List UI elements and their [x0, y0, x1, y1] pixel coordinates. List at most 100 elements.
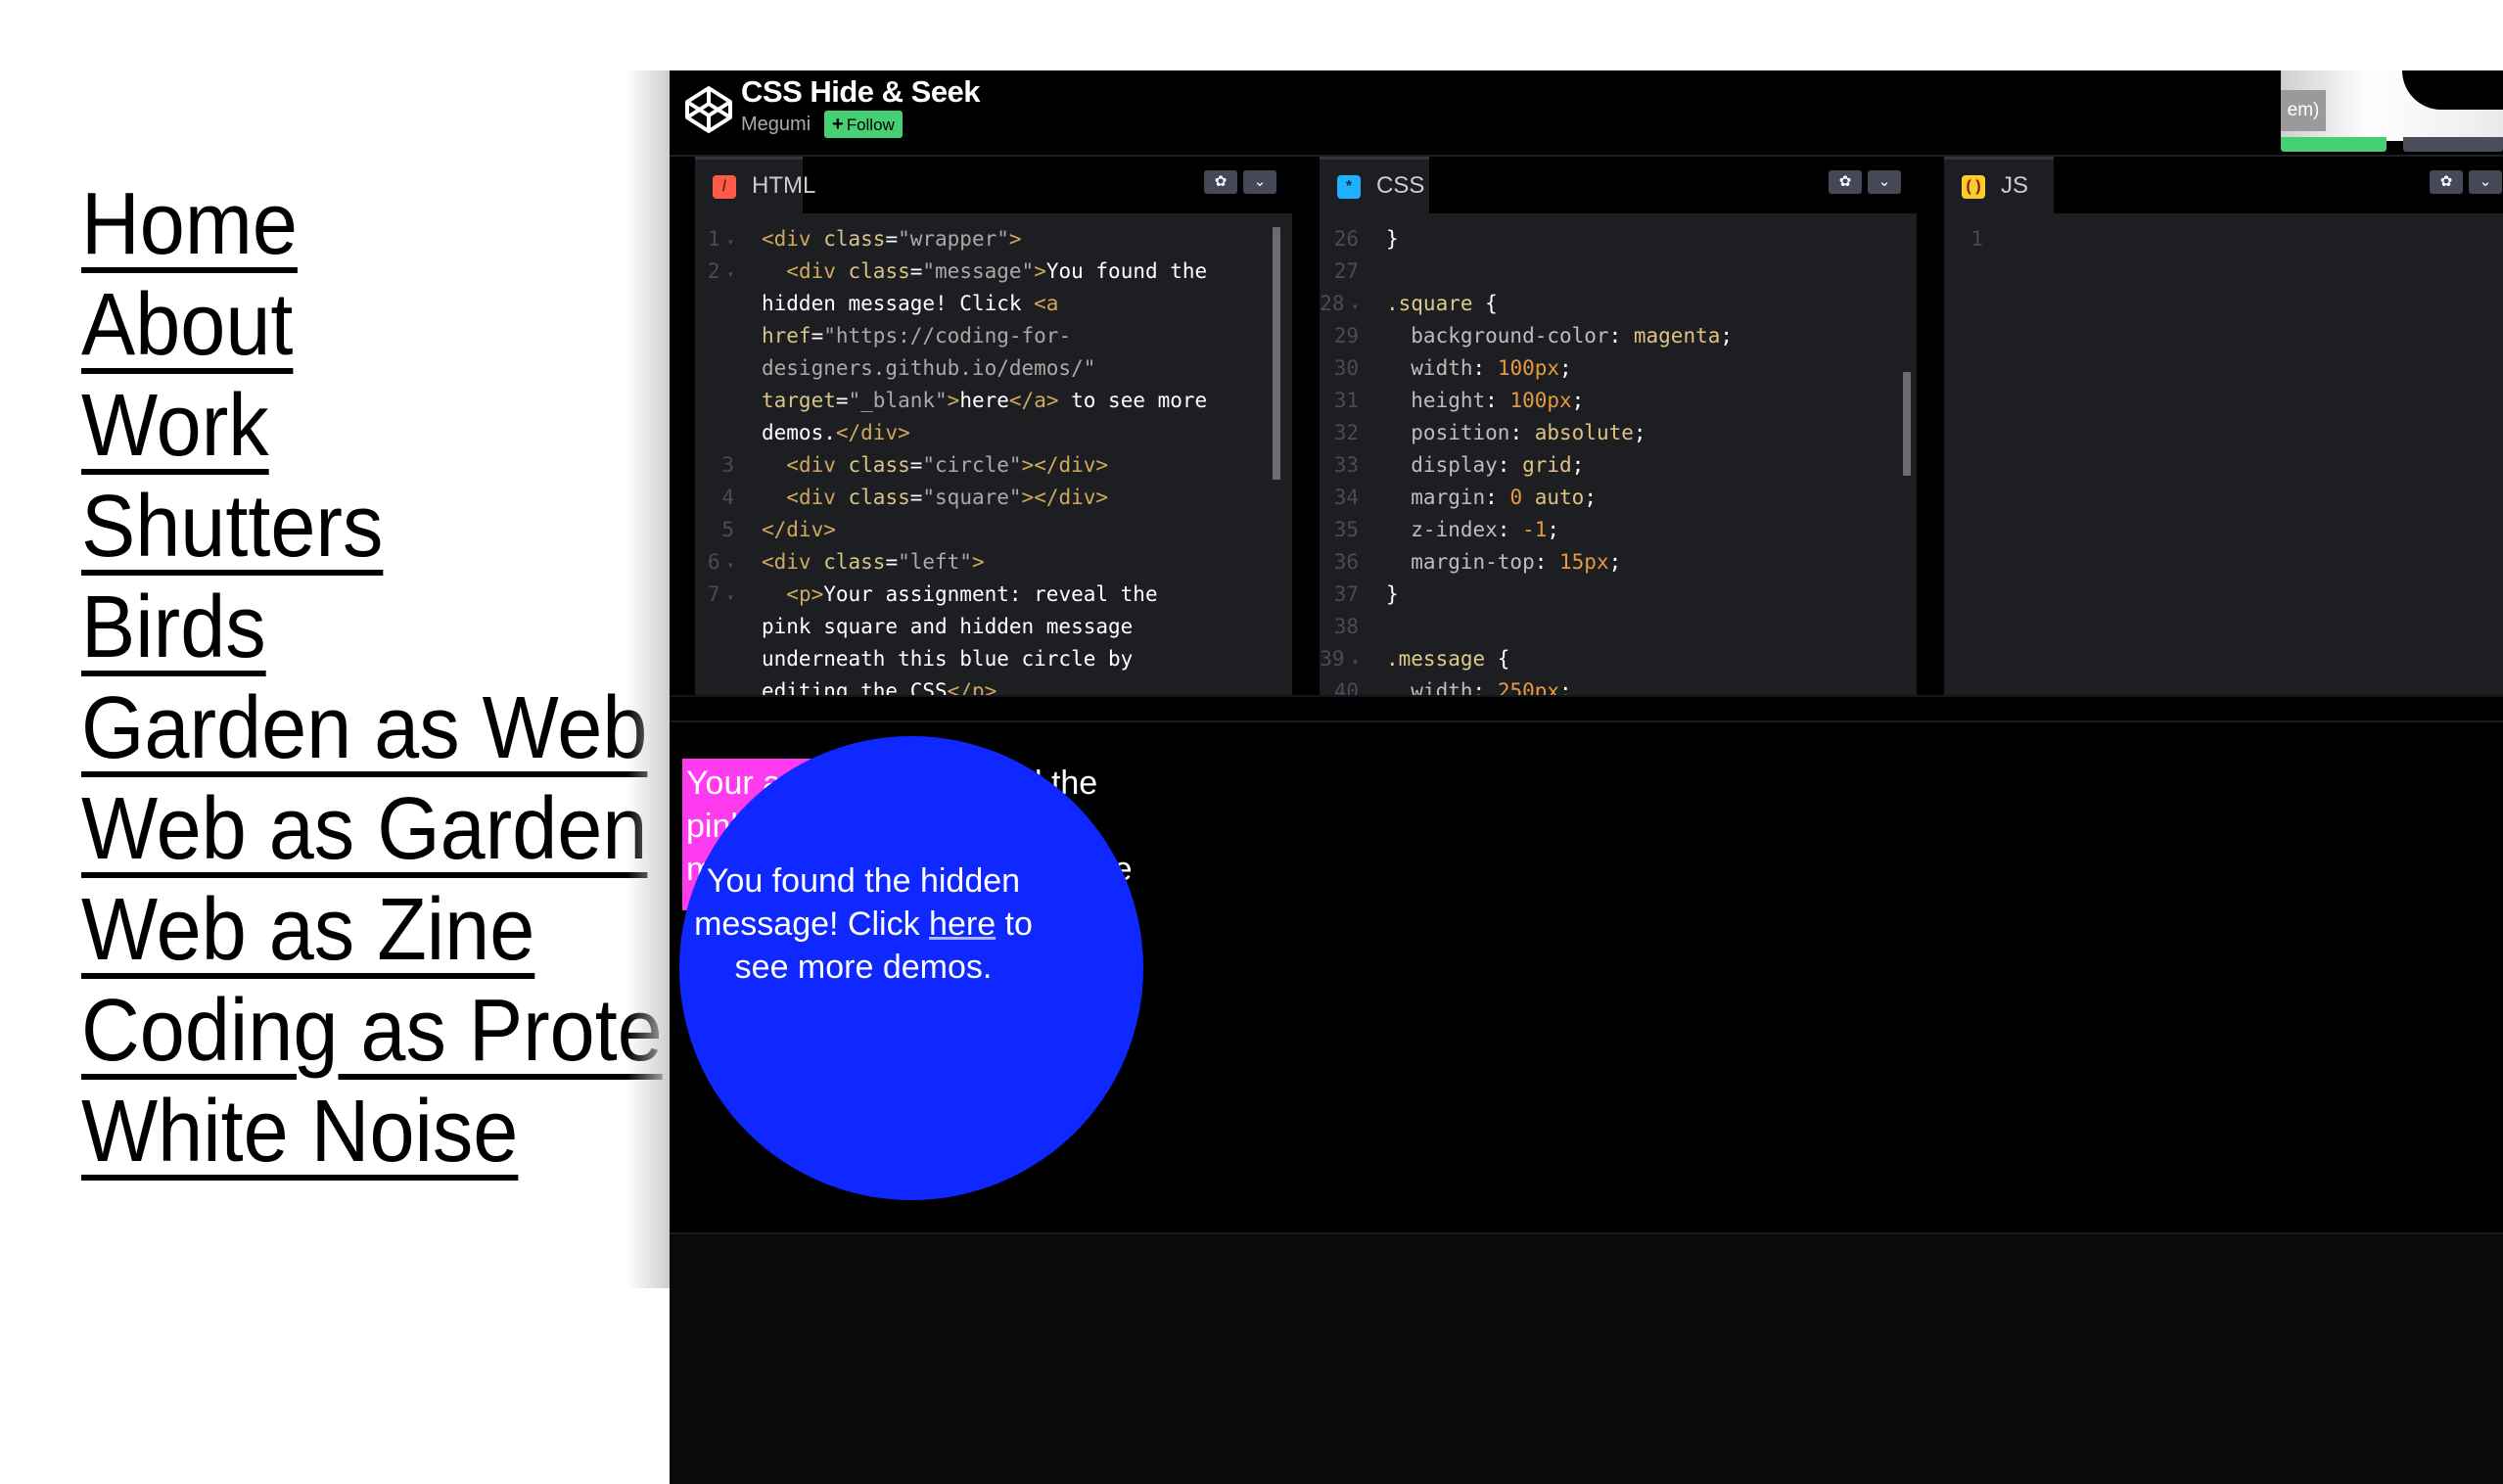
gear-icon[interactable]: ✿ [1204, 170, 1237, 194]
code-token: ; [1584, 486, 1597, 509]
code-line[interactable]: demos.</div> [695, 417, 1292, 449]
code-line[interactable]: 39 ▾ .message { [1320, 643, 1917, 675]
js-editor-tab[interactable]: ( ) JS [1944, 157, 2054, 213]
html-scrollbar[interactable] [1273, 227, 1280, 480]
fold-arrow-icon[interactable]: ▾ [1345, 655, 1359, 669]
code-text: designers.github.io/demos/" [762, 352, 1095, 385]
code-token: underneath this blue circle by [762, 647, 1134, 671]
codepen-logo-icon[interactable] [681, 82, 736, 137]
nav-link-home[interactable]: Home [81, 174, 298, 275]
code-token: 15px [1559, 550, 1609, 574]
nav-link-garden-as-web[interactable]: Garden as Web [81, 678, 647, 779]
code-token: } [1386, 582, 1399, 606]
code-token: </div> [762, 518, 836, 541]
code-text: underneath this blue circle by [762, 643, 1133, 675]
nav-link-coding-as-protest[interactable]: Coding as Prote [81, 981, 663, 1082]
code-line[interactable]: editing the CSS</p> [695, 675, 1292, 695]
code-token: "https://coding-for- [823, 324, 1072, 348]
code-line[interactable]: 27 [1320, 255, 1917, 288]
code-line[interactable]: 36 margin-top: 15px; [1320, 546, 1917, 579]
code-text: <div class="wrapper"> [762, 223, 1022, 255]
code-token: auto [1522, 486, 1585, 509]
pen-author[interactable]: Megumi [741, 114, 811, 136]
js-code[interactable]: 1 [1944, 223, 2503, 695]
code-line[interactable]: pink square and hidden message [695, 611, 1292, 643]
code-token: class [823, 227, 886, 251]
html-editor-tab[interactable]: / HTML [695, 157, 815, 213]
fold-arrow-icon[interactable]: ▾ [1345, 300, 1359, 313]
nav-link-web-as-garden[interactable]: Web as Garden [81, 779, 647, 880]
html-code[interactable]: 1 ▾ <div class="wrapper"> 2 ▾ <div class="… [695, 223, 1292, 695]
code-token: = [909, 486, 923, 509]
code-token: position [1386, 421, 1510, 444]
code-line[interactable]: target="_blank">here</a> to see more [695, 385, 1292, 417]
code-token: = [835, 389, 849, 412]
code-line[interactable]: 2 ▾ <div class="message">You found the [695, 255, 1292, 288]
follow-button[interactable]: + Follow [824, 111, 903, 138]
code-line[interactable]: 7 ▾ <p>Your assignment: reveal the [695, 579, 1292, 611]
code-line[interactable]: designers.github.io/demos/" [695, 352, 1292, 385]
css-scrollbar[interactable] [1903, 372, 1911, 476]
code-token: = [811, 324, 824, 348]
chevron-down-icon[interactable]: ⌄ [2469, 170, 2502, 194]
css-editor-tab[interactable]: * CSS [1320, 157, 1429, 213]
code-line[interactable]: 38 [1320, 611, 1917, 643]
code-token: width [1386, 356, 1473, 380]
code-line[interactable]: href="https://coding-for- [695, 320, 1292, 352]
code-line[interactable]: 40 width: 250px; [1320, 675, 1917, 695]
code-line[interactable]: 29 background-color: magenta; [1320, 320, 1917, 352]
fold-arrow-icon[interactable]: ▾ [720, 558, 734, 572]
nav-link-white-noise[interactable]: White Noise [81, 1082, 518, 1183]
css-editor-header: * CSS ✿ ⌄ [1320, 157, 1917, 213]
code-line[interactable]: 32 position: absolute; [1320, 417, 1917, 449]
nav-link-shutters[interactable]: Shutters [81, 477, 383, 578]
fold-arrow-icon[interactable]: ▾ [720, 267, 734, 281]
code-line[interactable]: 1 ▾ <div class="wrapper"> [695, 223, 1292, 255]
line-number: 4 [721, 486, 734, 509]
chevron-down-icon[interactable]: ⌄ [1868, 170, 1901, 194]
chevron-down-icon[interactable]: ⌄ [1243, 170, 1276, 194]
fold-arrow-icon[interactable]: ▾ [720, 235, 734, 249]
code-line[interactable]: 34 margin: 0 auto; [1320, 482, 1917, 514]
line-number: 31 [1333, 389, 1359, 412]
editor-preview-resizer[interactable] [670, 695, 2503, 722]
code-text: width: 100px; [1386, 352, 1571, 385]
nav-link-web-as-zine[interactable]: Web as Zine [81, 880, 534, 981]
demos-link[interactable]: here [929, 905, 996, 943]
code-line[interactable]: 4 <div class="square"></div> [695, 482, 1292, 514]
code-token: { [1472, 292, 1498, 315]
gear-icon[interactable]: ✿ [1829, 170, 1862, 194]
code-line[interactable]: 1 [1944, 223, 2503, 255]
code-text: <p>Your assignment: reveal the [762, 579, 1157, 611]
nav-link-work[interactable]: Work [81, 376, 269, 477]
line-number: 5 [721, 518, 734, 541]
nav-item-coding-as-protest: Coding as Prote [81, 981, 713, 1082]
code-text: position: absolute; [1386, 417, 1645, 449]
code-line[interactable]: 37} [1320, 579, 1917, 611]
pen-title: CSS Hide & Seek [741, 74, 981, 109]
code-line[interactable]: 31 height: 100px; [1320, 385, 1917, 417]
gear-icon[interactable]: ✿ [2430, 170, 2463, 194]
css-code[interactable]: 26} 27 28 ▾ .square {29 background-color: m… [1320, 223, 1917, 695]
code-line[interactable]: underneath this blue circle by [695, 643, 1292, 675]
code-line[interactable]: 5 </div> [695, 514, 1292, 546]
line-number: 28 ▾ [1320, 292, 1359, 315]
line-number: 1 ▾ [707, 227, 734, 251]
save-button[interactable] [2281, 137, 2387, 152]
nav-link-birds[interactable]: Birds [81, 578, 266, 678]
settings-button[interactable] [2403, 137, 2503, 152]
nav-link-about[interactable]: About [81, 275, 293, 376]
code-line[interactable]: 28 ▾ .square { [1320, 288, 1917, 320]
code-text: target="_blank">here</a> to see more [762, 385, 1207, 417]
code-line[interactable]: hidden message! Click <a [695, 288, 1292, 320]
code-line[interactable]: 26} [1320, 223, 1917, 255]
code-line[interactable]: 3 <div class="circle"></div> [695, 449, 1292, 482]
code-line[interactable]: 33 display: grid; [1320, 449, 1917, 482]
fold-arrow-icon[interactable]: ▾ [720, 590, 734, 604]
code-line[interactable]: 6 ▾ <div class="left"> [695, 546, 1292, 579]
preview-pane: Your assignment: reveal the pink square … [670, 722, 2503, 1232]
code-line[interactable]: 30 width: 100px; [1320, 352, 1917, 385]
html-editor-header: / HTML ✿ ⌄ [695, 157, 1292, 213]
code-line[interactable]: 35 z-index: -1; [1320, 514, 1917, 546]
